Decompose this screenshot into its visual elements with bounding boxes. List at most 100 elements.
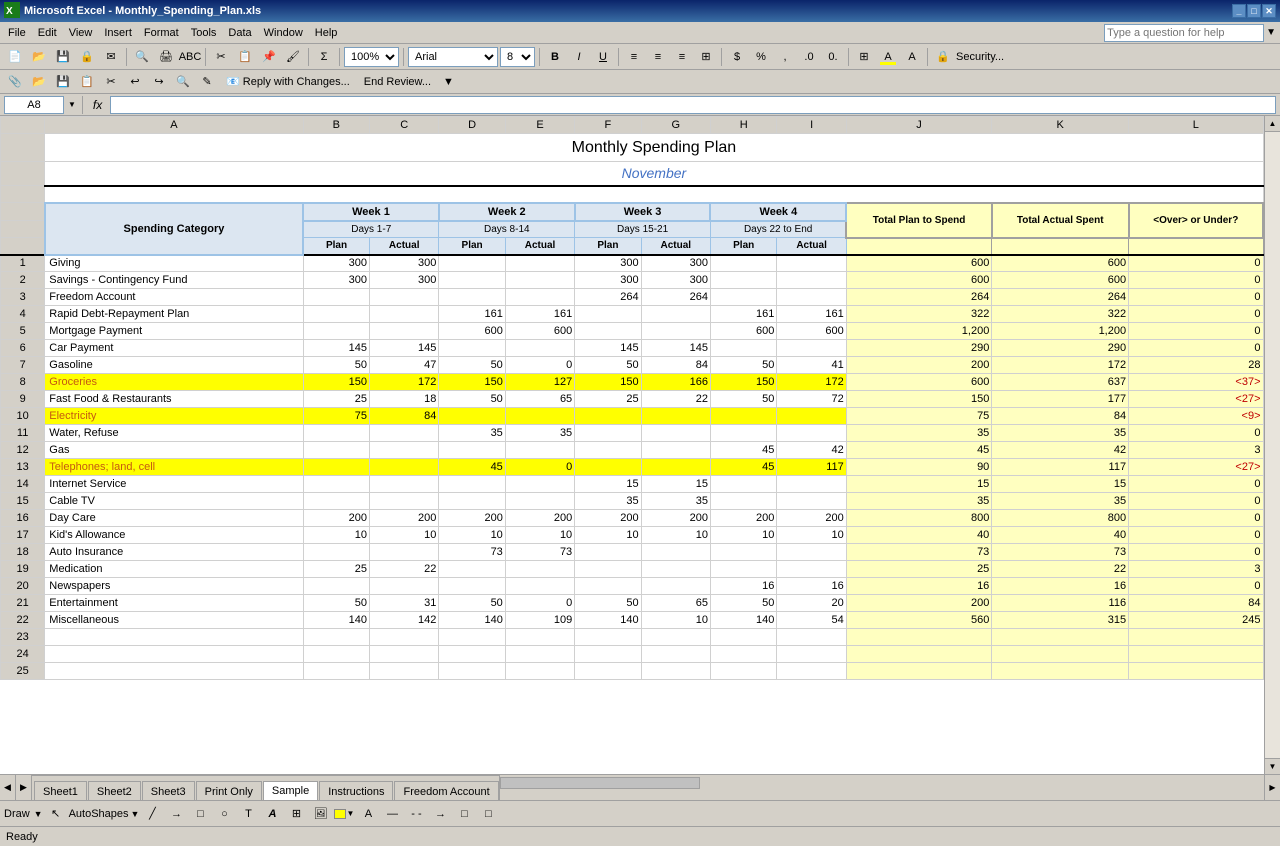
num-cell[interactable]: 600 bbox=[710, 323, 776, 340]
num-cell[interactable]: 10 bbox=[303, 527, 369, 544]
num-cell[interactable]: 245 bbox=[1129, 612, 1263, 629]
draw-arrow-btn[interactable]: → bbox=[165, 804, 187, 824]
row-header-6[interactable]: 6 bbox=[1, 340, 45, 357]
row-header-25[interactable]: 25 bbox=[1, 663, 45, 680]
currency-btn[interactable]: $ bbox=[726, 47, 748, 67]
num-cell[interactable] bbox=[710, 255, 776, 272]
autoshapes-label[interactable]: AutoShapes bbox=[69, 808, 129, 820]
num-cell[interactable] bbox=[777, 289, 846, 306]
merge-btn[interactable]: ⊞ bbox=[695, 47, 717, 67]
num-cell[interactable] bbox=[777, 646, 846, 663]
num-cell[interactable]: 600 bbox=[992, 255, 1129, 272]
num-cell[interactable]: 72 bbox=[777, 391, 846, 408]
draw-shadow-btn[interactable]: □ bbox=[453, 804, 475, 824]
num-cell[interactable]: 264 bbox=[846, 289, 992, 306]
row-header-8[interactable]: 8 bbox=[1, 374, 45, 391]
draw-wordart-btn[interactable]: A bbox=[261, 804, 283, 824]
num-cell[interactable]: 28 bbox=[1129, 357, 1263, 374]
dropdown-arrow[interactable]: ▼ bbox=[68, 100, 76, 109]
num-cell[interactable]: 150 bbox=[710, 374, 776, 391]
num-cell[interactable]: 73 bbox=[439, 544, 505, 561]
review-icon1[interactable]: 📎 bbox=[4, 72, 26, 92]
row-header-22[interactable]: 22 bbox=[1, 612, 45, 629]
menu-insert[interactable]: Insert bbox=[98, 25, 138, 41]
num-cell[interactable]: 75 bbox=[303, 408, 369, 425]
draw-linestyle-btn[interactable]: — bbox=[381, 804, 403, 824]
num-cell[interactable]: 16 bbox=[992, 578, 1129, 595]
num-cell[interactable] bbox=[575, 663, 641, 680]
sheet-tab-sheet1[interactable]: Sheet1 bbox=[34, 781, 87, 800]
col-header-C[interactable]: C bbox=[370, 117, 439, 134]
num-cell[interactable]: <27> bbox=[1129, 459, 1263, 476]
menu-window[interactable]: Window bbox=[258, 25, 309, 41]
cat-cell-22[interactable]: Miscellaneous bbox=[45, 612, 303, 629]
col-header-J[interactable]: J bbox=[846, 117, 992, 134]
decrease-decimal-btn[interactable]: 0. bbox=[822, 47, 844, 67]
num-cell[interactable] bbox=[505, 442, 574, 459]
num-cell[interactable]: 117 bbox=[777, 459, 846, 476]
num-cell[interactable] bbox=[439, 442, 505, 459]
num-cell[interactable]: 117 bbox=[992, 459, 1129, 476]
num-cell[interactable]: 300 bbox=[370, 255, 439, 272]
num-cell[interactable] bbox=[505, 629, 574, 646]
col-header-K[interactable]: K bbox=[992, 117, 1129, 134]
increase-decimal-btn[interactable]: .0 bbox=[798, 47, 820, 67]
num-cell[interactable]: 150 bbox=[846, 391, 992, 408]
copy-btn[interactable]: 📋 bbox=[234, 47, 256, 67]
num-cell[interactable]: 50 bbox=[575, 357, 641, 374]
num-cell[interactable]: 35 bbox=[641, 493, 710, 510]
horizontal-scrollbar[interactable] bbox=[499, 775, 1264, 800]
review-icon3[interactable]: 💾 bbox=[52, 72, 74, 92]
num-cell[interactable]: 90 bbox=[846, 459, 992, 476]
num-cell[interactable]: 18 bbox=[370, 391, 439, 408]
num-cell[interactable] bbox=[641, 425, 710, 442]
num-cell[interactable] bbox=[505, 578, 574, 595]
num-cell[interactable]: 1,200 bbox=[846, 323, 992, 340]
num-cell[interactable]: 54 bbox=[777, 612, 846, 629]
row-header-14[interactable]: 14 bbox=[1, 476, 45, 493]
row-header-2[interactable]: 2 bbox=[1, 272, 45, 289]
num-cell[interactable]: 45 bbox=[439, 459, 505, 476]
num-cell[interactable]: 15 bbox=[992, 476, 1129, 493]
num-cell[interactable]: 140 bbox=[303, 612, 369, 629]
draw-3d-btn[interactable]: □ bbox=[477, 804, 499, 824]
scroll-down-btn[interactable]: ▼ bbox=[1265, 758, 1280, 774]
num-cell[interactable] bbox=[710, 561, 776, 578]
cut-btn[interactable]: ✂ bbox=[210, 47, 232, 67]
num-cell[interactable] bbox=[303, 544, 369, 561]
num-cell[interactable] bbox=[303, 493, 369, 510]
num-cell[interactable] bbox=[303, 459, 369, 476]
borders-btn[interactable]: ⊞ bbox=[853, 47, 875, 67]
num-cell[interactable]: 0 bbox=[1129, 255, 1263, 272]
paste-btn[interactable]: 📌 bbox=[258, 47, 280, 67]
num-cell[interactable]: 41 bbox=[777, 357, 846, 374]
num-cell[interactable]: 35 bbox=[439, 425, 505, 442]
num-cell[interactable]: 65 bbox=[641, 595, 710, 612]
num-cell[interactable]: 600 bbox=[846, 272, 992, 289]
num-cell[interactable] bbox=[777, 663, 846, 680]
num-cell[interactable] bbox=[710, 340, 776, 357]
cat-cell-25[interactable] bbox=[45, 663, 303, 680]
align-right-btn[interactable]: ≡ bbox=[671, 47, 693, 67]
num-cell[interactable]: 73 bbox=[846, 544, 992, 561]
review-icon2[interactable]: 📂 bbox=[28, 72, 50, 92]
menu-file[interactable]: File bbox=[2, 25, 32, 41]
num-cell[interactable] bbox=[1129, 646, 1263, 663]
num-cell[interactable] bbox=[303, 425, 369, 442]
num-cell[interactable]: 73 bbox=[992, 544, 1129, 561]
num-cell[interactable] bbox=[641, 561, 710, 578]
cat-cell-18[interactable]: Auto Insurance bbox=[45, 544, 303, 561]
fill-color-btn[interactable]: A bbox=[877, 47, 899, 67]
num-cell[interactable]: 600 bbox=[777, 323, 846, 340]
col-header-I[interactable]: I bbox=[777, 117, 846, 134]
num-cell[interactable] bbox=[303, 578, 369, 595]
num-cell[interactable]: <9> bbox=[1129, 408, 1263, 425]
num-cell[interactable]: 600 bbox=[439, 323, 505, 340]
num-cell[interactable] bbox=[846, 646, 992, 663]
num-cell[interactable]: 10 bbox=[370, 527, 439, 544]
num-cell[interactable]: 35 bbox=[575, 493, 641, 510]
row-header-sub[interactable] bbox=[1, 162, 45, 186]
review-icon9[interactable]: ✎ bbox=[196, 72, 218, 92]
num-cell[interactable] bbox=[710, 629, 776, 646]
help-search[interactable] bbox=[1104, 24, 1264, 42]
